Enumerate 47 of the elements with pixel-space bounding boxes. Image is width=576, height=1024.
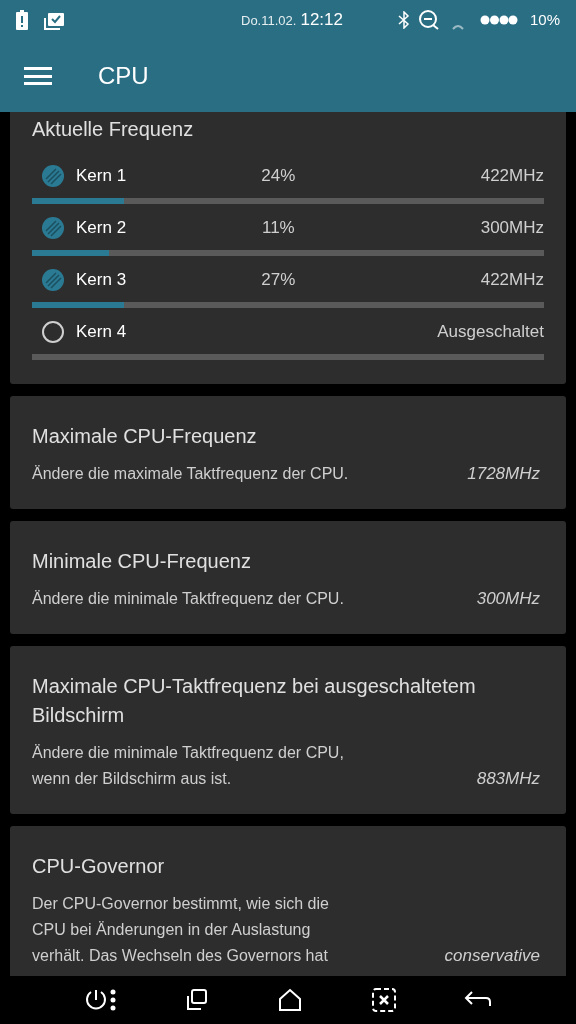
core-frequency: 422MHz (480, 269, 544, 292)
status-date: Do.11.02. (241, 12, 297, 31)
setting-title: Maximale CPU-Taktfrequenz bei ausgeschaltetem Bildschirm (32, 674, 477, 728)
setting-value: 300MHz (476, 588, 541, 610)
core-active-icon (41, 164, 65, 188)
signal-dots-icon (479, 15, 518, 25)
core-frequency: 300MHz (480, 217, 544, 240)
setting-card[interactable]: Maximale CPU-Frequenz Ändere die maximale Taktfrequenz der CPU. 1728MHz (10, 396, 566, 509)
core-off-icon (41, 320, 65, 344)
bluetooth-icon (397, 11, 410, 29)
setting-description: Ändere die maximale Taktfrequenz der CPU. (32, 464, 350, 484)
setting-title: Minimale CPU-Frequenz (32, 549, 252, 574)
core-name: Kern 3 (76, 269, 128, 292)
chat-minus-icon (417, 9, 440, 31)
setting-description: Ändere die minimale Taktfrequenz der CPU, wenn der Bildschirm aus ist. (32, 743, 345, 789)
battery-percent: 10% (529, 9, 560, 30)
home-button[interactable] (277, 988, 303, 1012)
clipboard-check-icon (44, 10, 66, 30)
battery-alert-icon (16, 10, 28, 30)
core-active-icon (41, 268, 65, 292)
setting-title: CPU-Governor (32, 854, 166, 879)
core-name: Kern 2 (76, 217, 128, 240)
setting-description: Ändere die minimale Taktfrequenz der CPU. (32, 589, 345, 609)
core-frequency: Ausgeschaltet (437, 321, 544, 344)
menu-button[interactable] (24, 65, 52, 87)
core-name: Kern 4 (76, 321, 128, 344)
signal-arc-icon (451, 22, 464, 30)
card-title: Aktuelle Frequenz (32, 117, 195, 142)
setting-card[interactable]: Maximale CPU-Taktfrequenz bei ausgeschaltetem Bildschirm Ändere die minimale Taktfrequenz der CPU, wenn der Bildschirm aus ist. 883MHz (10, 646, 566, 814)
core-frequency: 422MHz (480, 165, 544, 188)
core-load: 27% (261, 269, 296, 292)
status-time: 12:12 (300, 9, 343, 32)
setting-value: 1728MHz (467, 463, 541, 485)
recent-apps-button[interactable] (185, 988, 210, 1012)
setting-card[interactable]: CPU-Governor Der CPU-Governor bestimmt, wie sich die CPU bei Änderungen in der Auslastung verhält. Das Wechseln des Governors hat conservative (10, 826, 566, 976)
core-active-icon (41, 216, 65, 240)
close-button[interactable] (370, 987, 397, 1013)
power-menu-button[interactable] (83, 988, 118, 1012)
setting-value: 883MHz (476, 768, 541, 790)
app-title: CPU (98, 61, 149, 91)
core-load: 11% (261, 217, 295, 240)
core-name: Kern 1 (76, 165, 128, 188)
setting-value: conservative (444, 945, 541, 967)
core-load: 24% (261, 165, 296, 188)
setting-description: Der CPU-Governor bestimmt, wie sich die CPU bei Änderungen in der Auslastung verhält. Das Wechseln des Governors hat (32, 894, 330, 966)
setting-title: Maximale CPU-Frequenz (32, 424, 258, 449)
setting-card[interactable]: Minimale CPU-Frequenz Ändere die minimale Taktfrequenz der CPU. 300MHz (10, 521, 566, 634)
